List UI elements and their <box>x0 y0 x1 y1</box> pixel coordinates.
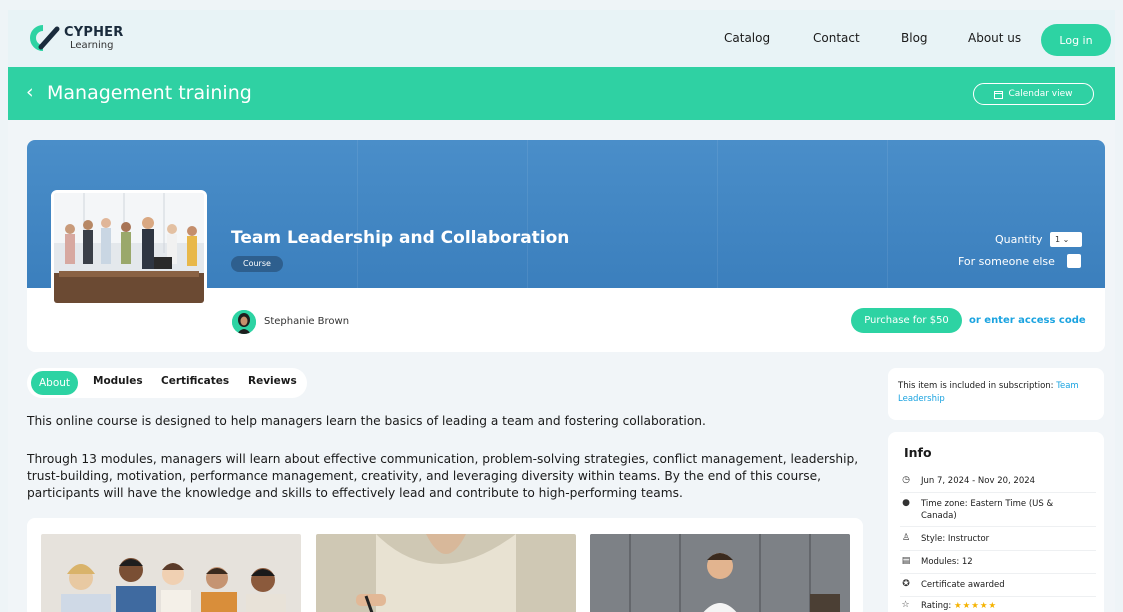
modules-icon: ▤ <box>901 556 911 566</box>
info-row-modules: ▤ Modules: 12 <box>900 556 1096 574</box>
gallery-image-presenter[interactable] <box>590 534 850 612</box>
brand-subname: Learning <box>70 40 114 51</box>
catalog-header-band: ‹ Management training Calendar view <box>8 67 1115 120</box>
rating-label: Rating: <box>921 601 952 611</box>
quantity-select[interactable]: 1 ⌄ <box>1050 232 1082 247</box>
author-avatar <box>232 310 256 334</box>
tab-modules[interactable]: Modules <box>93 375 143 387</box>
purchase-button[interactable]: Purchase for $50 <box>851 308 962 333</box>
course-type-badge: Course <box>231 256 283 272</box>
top-navigation-bar: CYPHER Learning Catalog Contact Blog Abo… <box>8 10 1115 67</box>
calendar-view-button[interactable]: Calendar view <box>973 83 1094 105</box>
course-thumbnail <box>51 190 207 306</box>
subscription-notice: This item is included in subscription: T… <box>888 368 1104 420</box>
info-row-certificate: ✪ Certificate awarded <box>900 579 1096 597</box>
for-someone-else-label: For someone else <box>958 255 1055 268</box>
cypher-learning-logo[interactable]: CYPHER Learning <box>27 23 137 55</box>
calendar-icon <box>994 90 1004 99</box>
access-code-link[interactable]: or enter access code <box>969 315 1086 326</box>
nav-about-us[interactable]: About us <box>968 31 1021 45</box>
catalog-title: Management training <box>47 82 252 104</box>
logo-icon <box>30 25 60 51</box>
for-someone-else-checkbox[interactable] <box>1067 254 1081 268</box>
nav-catalog[interactable]: Catalog <box>724 31 770 45</box>
author-name[interactable]: Stephanie Brown <box>264 316 349 327</box>
course-card: Team Leadership and Collaboration Course… <box>27 140 1105 352</box>
tab-certificates[interactable]: Certificates <box>161 375 229 387</box>
login-button[interactable]: Log in <box>1041 24 1111 56</box>
info-certificate: Certificate awarded <box>921 580 1005 590</box>
rating-icon: ☆ <box>901 600 911 610</box>
course-intro-text: This online course is designed to help m… <box>27 414 706 428</box>
quantity-label: Quantity <box>995 233 1043 246</box>
nav-contact[interactable]: Contact <box>813 31 860 45</box>
info-row-style: ♙ Style: Instructor <box>900 533 1096 551</box>
info-row-timezone: ● Time zone: Eastern Time (US & Canada) <box>900 498 1096 527</box>
course-title: Team Leadership and Collaboration <box>231 228 570 248</box>
page: CYPHER Learning Catalog Contact Blog Abo… <box>8 10 1115 612</box>
tab-about[interactable]: About <box>31 371 79 395</box>
info-modules: Modules: 12 <box>921 557 973 567</box>
globe-icon: ● <box>902 498 910 508</box>
info-row-dates: ◷ Jun 7, 2024 - Nov 20, 2024 <box>900 475 1096 493</box>
course-image-gallery <box>27 518 863 612</box>
info-panel: Info ◷ Jun 7, 2024 - Nov 20, 2024 ● Time… <box>888 432 1104 612</box>
info-row-rating: ☆ Rating: ★★★★★ <box>900 600 1096 612</box>
info-rating: Rating: ★★★★★ <box>921 600 1091 612</box>
subscription-text: This item is included in subscription: <box>898 381 1057 391</box>
rating-stars: ★★★★★ <box>953 601 998 611</box>
gallery-image-team[interactable] <box>41 534 301 612</box>
info-timezone: Time zone: Eastern Time (US & Canada) <box>921 499 1054 521</box>
course-description-text: Through 13 modules, managers will learn … <box>27 452 859 500</box>
back-chevron-icon[interactable]: ‹ <box>26 81 34 103</box>
info-dates: Jun 7, 2024 - Nov 20, 2024 <box>921 476 1036 486</box>
clock-icon: ◷ <box>902 475 910 485</box>
course-tabs: About Modules Certificates Reviews <box>27 368 307 398</box>
gallery-image-writing[interactable] <box>316 534 576 612</box>
person-icon: ♙ <box>901 533 911 543</box>
nav-blog[interactable]: Blog <box>901 31 928 45</box>
certificate-icon: ✪ <box>902 579 910 589</box>
calendar-view-label: Calendar view <box>1008 89 1073 99</box>
brand-name: CYPHER <box>64 25 124 40</box>
info-style: Style: Instructor <box>921 534 990 544</box>
info-heading: Info <box>904 445 932 460</box>
tab-reviews[interactable]: Reviews <box>248 375 297 387</box>
